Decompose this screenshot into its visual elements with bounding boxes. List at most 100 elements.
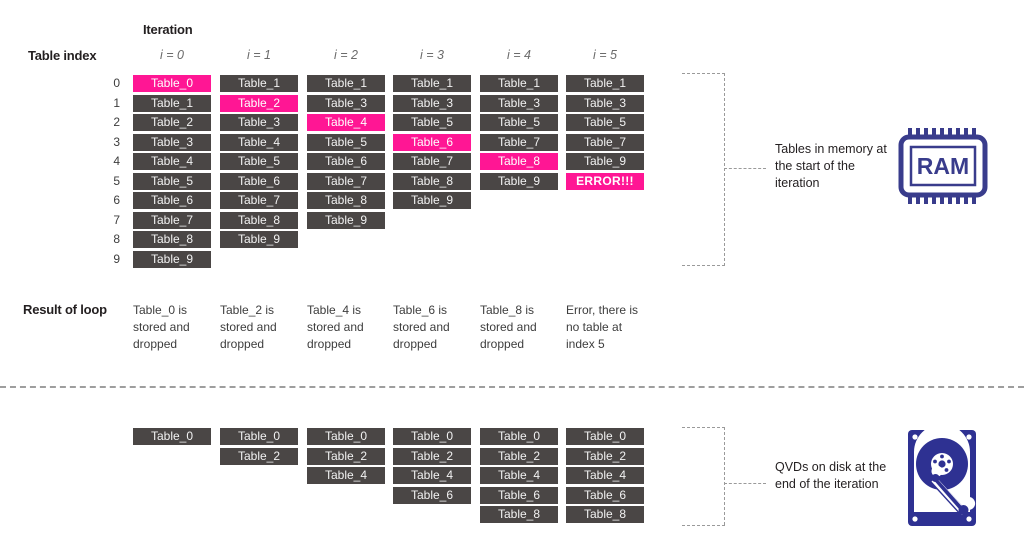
result-text-1: Table_2 is stored and dropped: [220, 303, 277, 351]
memory-cell-c3-r1: Table_3: [393, 94, 471, 112]
disk-cell-c1-r0: Table_0: [220, 428, 298, 445]
table-index-label-8: 8: [113, 232, 120, 246]
table-index-label-4: 4: [113, 154, 120, 168]
memory-cell-c3-r5: Table_8: [393, 172, 471, 190]
memory-cell-c0-r1: Table_1: [133, 94, 211, 112]
iteration-header-5: i = 5: [593, 48, 617, 62]
section-divider: [0, 386, 1024, 388]
memory-annotation: Tables in memory at the start of the ite…: [775, 142, 887, 190]
iteration-header-1: i = 1: [247, 48, 271, 62]
memory-cell-c1-r0: Table_1: [220, 75, 298, 92]
memory-cell-c5-r2: Table_5: [566, 114, 644, 131]
memory-cell-c1-r1: Table_2: [220, 94, 298, 112]
memory-bracket-bottom-tick: [682, 265, 725, 266]
disk-cell-c4-r0: Table_0: [480, 428, 558, 445]
memory-cell-c4-r2: Table_5: [480, 114, 558, 131]
table-index-label-9: 9: [113, 251, 120, 266]
disk-cell-c0-r0: Table_0: [133, 428, 211, 445]
disk-bracket-vertical: [724, 427, 725, 525]
result-text-3: Table_6 is stored and dropped: [393, 303, 450, 351]
memory-bracket-top-tick: [682, 73, 725, 74]
disk-cell-c2-r2: Table_4: [307, 467, 385, 484]
memory-cell-c5-r3: Table_7: [566, 133, 644, 151]
disk-cell-c3-r0: Table_0: [393, 428, 471, 445]
disk-annotation: QVDs on disk at the end of the iteration: [775, 460, 887, 491]
memory-cell-c2-r2: Table_4: [307, 114, 385, 131]
result-of-loop-heading: Result of loop: [23, 302, 107, 317]
memory-cell-c4-r0: Table_1: [480, 75, 558, 92]
memory-cell-c3-r3: Table_6: [393, 133, 471, 151]
table-index-label-2: 2: [113, 115, 120, 129]
iteration-header-2: i = 2: [334, 48, 358, 62]
disk-bracket-bottom-tick: [682, 525, 725, 526]
memory-cell-c1-r4: Table_5: [220, 153, 298, 170]
memory-cell-c0-r4: Table_4: [133, 153, 211, 170]
memory-cell-c0-r6: Table_6: [133, 192, 211, 209]
memory-cell-c5-r0: Table_1: [566, 75, 644, 92]
memory-cell-c0-r9: Table_9: [133, 250, 211, 268]
disk-cell-c3-r2: Table_4: [393, 467, 471, 484]
memory-cell-c0-r5: Table_5: [133, 172, 211, 190]
disk-bracket-pointer: [724, 483, 766, 484]
disk-cell-c4-r2: Table_4: [480, 467, 558, 484]
memory-error-cell: ERROR!!!: [566, 172, 644, 190]
disk-cell-c3-r1: Table_2: [393, 447, 471, 465]
table-index-label-0: 0: [113, 76, 120, 90]
memory-cell-c1-r3: Table_4: [220, 133, 298, 151]
disk-cell-c5-r3: Table_6: [566, 486, 644, 504]
memory-cell-c4-r4: Table_8: [480, 153, 558, 170]
iteration-header-0: i = 0: [160, 48, 184, 62]
memory-cell-c3-r4: Table_7: [393, 153, 471, 170]
result-text-2: Table_4 is stored and dropped: [307, 303, 364, 351]
disk-cell-c4-r4: Table_8: [480, 506, 558, 523]
memory-cell-c5-r4: Table_9: [566, 153, 644, 170]
memory-cell-c5-r1: Table_3: [566, 94, 644, 112]
memory-cell-c0-r8: Table_8: [133, 231, 211, 248]
memory-bracket-vertical: [724, 73, 725, 266]
table-index-label-1: 1: [113, 95, 120, 110]
memory-cell-c2-r4: Table_6: [307, 153, 385, 170]
memory-cell-c2-r1: Table_3: [307, 94, 385, 112]
memory-cell-c4-r3: Table_7: [480, 133, 558, 151]
table-index-label-7: 7: [113, 212, 120, 227]
memory-cell-c3-r2: Table_5: [393, 114, 471, 131]
memory-cell-c2-r7: Table_9: [307, 211, 385, 229]
disk-cell-c4-r1: Table_2: [480, 447, 558, 465]
memory-cell-c1-r5: Table_6: [220, 172, 298, 190]
memory-cell-c1-r7: Table_8: [220, 211, 298, 229]
disk-cell-c2-r1: Table_2: [307, 447, 385, 465]
result-text-5: Error, there is no table at index 5: [566, 303, 639, 351]
memory-cell-c3-r6: Table_9: [393, 192, 471, 209]
memory-cell-c1-r2: Table_3: [220, 114, 298, 131]
memory-cell-c2-r6: Table_8: [307, 192, 385, 209]
disk-cell-c5-r2: Table_4: [566, 467, 644, 484]
result-text-0: Table_0 is stored and dropped: [133, 303, 190, 351]
iteration-heading: Iteration: [143, 22, 193, 37]
table-index-label-3: 3: [113, 134, 120, 149]
memory-cell-c0-r3: Table_3: [133, 133, 211, 151]
ram-icon-label: RAM: [917, 153, 969, 179]
table-index-label-6: 6: [113, 193, 120, 207]
table-index-label-5: 5: [113, 173, 120, 188]
disk-cell-c4-r3: Table_6: [480, 486, 558, 504]
memory-cell-c3-r0: Table_1: [393, 75, 471, 92]
memory-cell-c1-r8: Table_9: [220, 231, 298, 248]
memory-cell-c0-r7: Table_7: [133, 211, 211, 229]
disk-cell-c5-r0: Table_0: [566, 428, 644, 445]
disk-cell-c2-r0: Table_0: [307, 428, 385, 445]
iteration-header-3: i = 3: [420, 48, 444, 62]
memory-bracket-pointer: [724, 168, 766, 169]
ram-icon: RAM: [896, 128, 990, 204]
disk-cell-c5-r4: Table_8: [566, 506, 644, 523]
disk-cell-c3-r3: Table_6: [393, 486, 471, 504]
memory-cell-c4-r5: Table_9: [480, 172, 558, 190]
memory-cell-c1-r6: Table_7: [220, 192, 298, 209]
memory-cell-c4-r1: Table_3: [480, 94, 558, 112]
memory-cell-c0-r0: Table_0: [133, 75, 211, 92]
disk-bracket-top-tick: [682, 427, 725, 428]
memory-cell-c2-r5: Table_7: [307, 172, 385, 190]
disk-cell-c5-r1: Table_2: [566, 447, 644, 465]
iteration-header-4: i = 4: [507, 48, 531, 62]
table-index-heading: Table index: [28, 48, 97, 63]
result-text-4: Table_8 is stored and dropped: [480, 303, 537, 351]
